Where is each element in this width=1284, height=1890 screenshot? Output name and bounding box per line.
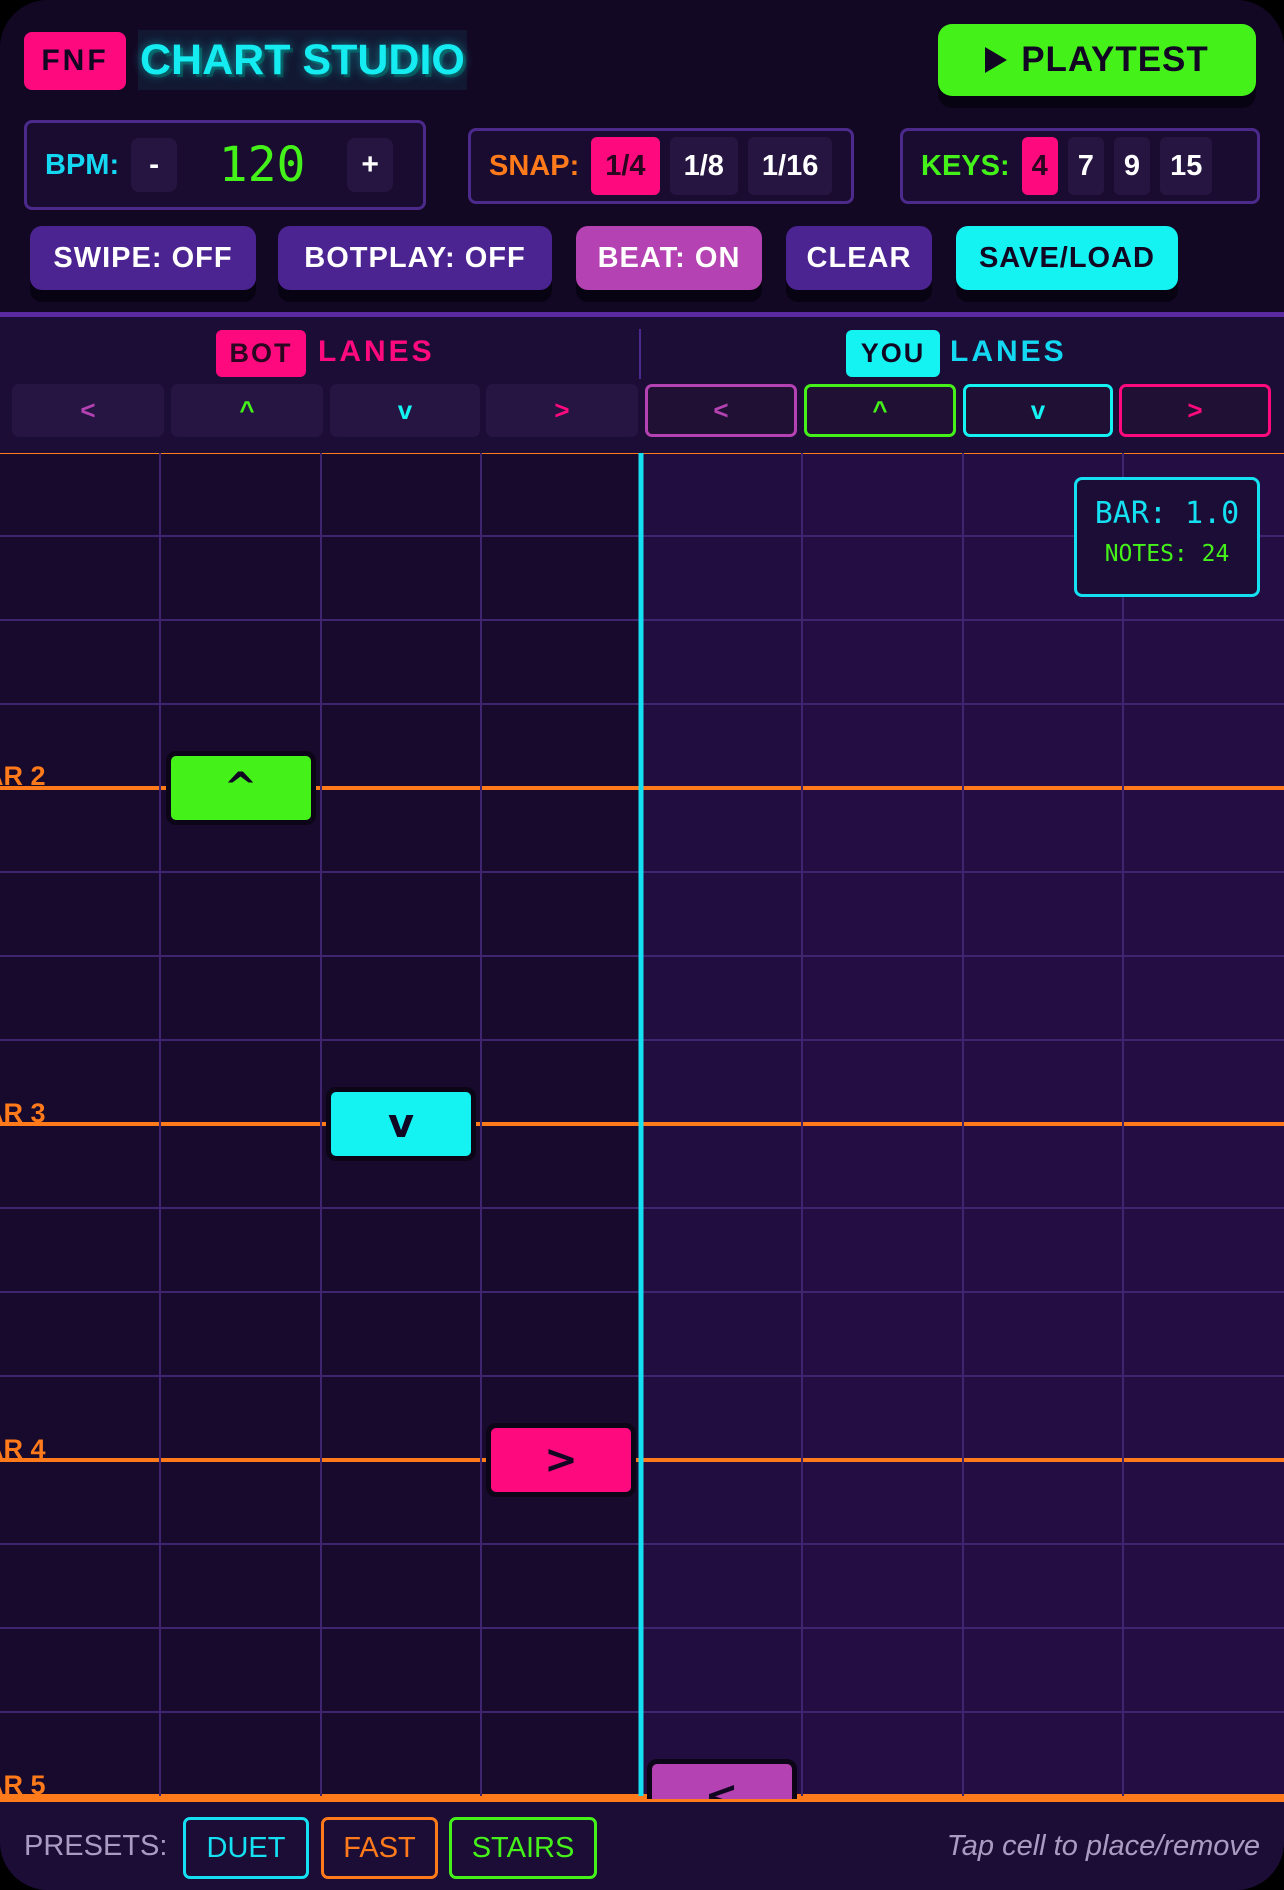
keys-control: KEYS: 4 7 9 15 (900, 128, 1260, 204)
keys-label: KEYS: (921, 149, 1010, 182)
bot-lane-right[interactable]: > (486, 384, 638, 437)
footer-bar: PRESETS: DUET FAST STAIRS Tap cell to pl… (0, 1799, 1284, 1890)
preset-stairs-button[interactable]: STAIRS (449, 1817, 597, 1879)
bot-lanes-label: LANES (318, 335, 435, 368)
bpm-decrease-button[interactable]: - (131, 138, 178, 192)
botplay-toggle[interactable]: BOTPLAY: OFF (278, 226, 552, 290)
you-lane-up[interactable]: ^ (804, 384, 956, 437)
bpm-control: BPM: - 120 + (24, 120, 426, 210)
bot-lane-up[interactable]: ^ (171, 384, 323, 437)
lanes-separator (639, 329, 641, 379)
you-lanes-label: LANES (950, 335, 1067, 368)
lanes-header: BOT LANES YOU LANES < ^ v > < ^ v > (0, 317, 1284, 453)
preset-duet-button[interactable]: DUET (183, 1817, 309, 1879)
bar-label-2: AR 2 (0, 761, 46, 791)
bot-lane-left[interactable]: < (12, 384, 164, 437)
chart-note[interactable]: < (646, 1759, 797, 1799)
keys-option-4[interactable]: 4 (1021, 137, 1058, 195)
bot-tag: BOT (216, 330, 306, 377)
chart-note[interactable]: > (486, 1423, 636, 1497)
bpm-label: BPM: (45, 148, 120, 181)
current-bar-readout: BAR: 1.0 (1094, 496, 1240, 531)
bot-lane-down[interactable]: v (330, 384, 480, 437)
app-title: CHART STUDIO (138, 30, 467, 90)
keys-option-9[interactable]: 9 (1113, 137, 1151, 195)
snap-label: SNAP: (489, 149, 580, 182)
keys-option-15[interactable]: 15 (1160, 137, 1213, 195)
chart-note[interactable]: ^ (165, 751, 316, 825)
chart-studio-app: FNF CHART STUDIO PLAYTEST BPM: - 120 + S… (0, 0, 1284, 1890)
chart-grid[interactable]: AR 2 AR 3 AR 4 AR 5 <^v>< BAR: 1.0 NOTES… (0, 453, 1284, 1799)
bar-label-3: AR 3 (0, 1098, 46, 1128)
chart-note[interactable]: v (326, 1087, 476, 1161)
play-icon (985, 47, 1008, 73)
note-count-readout: NOTES: 24 (1104, 541, 1230, 567)
keys-option-7[interactable]: 7 (1067, 137, 1104, 195)
playtest-label: PLAYTEST (1021, 40, 1209, 79)
header-toolbar: FNF CHART STUDIO PLAYTEST BPM: - 120 + S… (0, 0, 1284, 314)
swipe-toggle[interactable]: SWIPE: OFF (30, 226, 256, 290)
bpm-increase-button[interactable]: + (347, 138, 394, 192)
bar-info-panel: BAR: 1.0 NOTES: 24 (1074, 477, 1260, 597)
grid-lines (0, 453, 1284, 1799)
you-lane-left[interactable]: < (645, 384, 797, 437)
snap-option-eighth[interactable]: 1/8 (669, 137, 738, 195)
you-lane-down[interactable]: v (963, 384, 1113, 437)
hint-text: Tap cell to place/remove (946, 1830, 1260, 1862)
bar-label-5: AR 5 (0, 1770, 46, 1799)
snap-control: SNAP: 1/4 1/8 1/16 (468, 128, 854, 204)
snap-option-sixteenth[interactable]: 1/16 (747, 137, 833, 195)
fnf-badge: FNF (24, 32, 126, 90)
you-tag: YOU (846, 330, 940, 377)
snap-option-quarter[interactable]: 1/4 (591, 137, 660, 195)
clear-button[interactable]: CLEAR (786, 226, 932, 290)
you-lane-right[interactable]: > (1119, 384, 1271, 437)
beat-toggle[interactable]: BEAT: ON (576, 226, 762, 290)
bpm-value: 120 (218, 137, 306, 193)
save-load-button[interactable]: SAVE/LOAD (956, 226, 1178, 290)
bar-label-4: AR 4 (0, 1434, 46, 1464)
presets-label: PRESETS: (24, 1830, 168, 1862)
preset-fast-button[interactable]: FAST (321, 1817, 438, 1879)
playtest-button[interactable]: PLAYTEST (938, 24, 1256, 96)
